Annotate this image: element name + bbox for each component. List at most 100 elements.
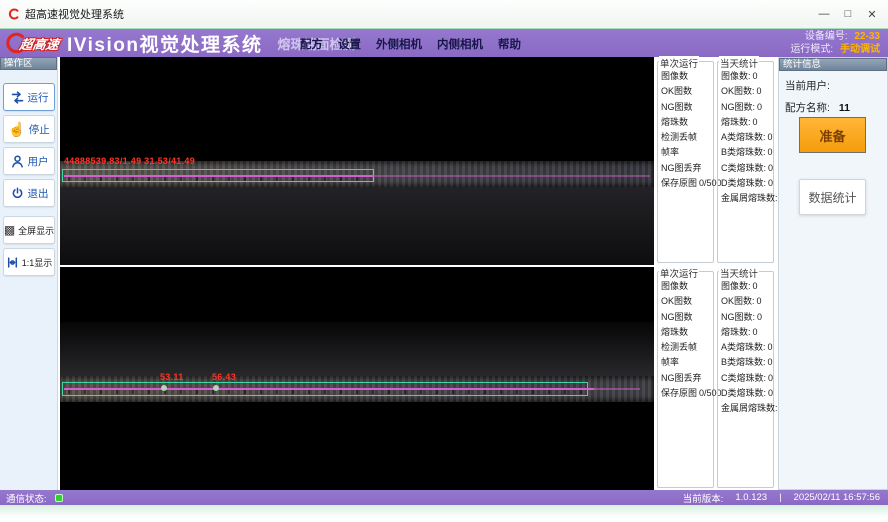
recipe-name-label: 配方名称: — [785, 102, 830, 114]
stat-row: NG图丢弃 — [658, 161, 713, 176]
stat-row: C类熔珠数:0 — [718, 371, 773, 386]
defect-marker — [161, 385, 167, 391]
measurement-annotation: 56.43 — [212, 372, 236, 382]
window-bottom-edge — [0, 505, 888, 522]
recipe-name-row: 配方名称: 11 — [785, 100, 887, 115]
menu-outer-camera[interactable]: 外侧相机 — [376, 36, 422, 52]
recipe-name-value: 11 — [839, 102, 850, 114]
fullscreen-button-label: 全屏显示 — [18, 224, 54, 237]
menu-recipe[interactable]: 配方 — [300, 36, 323, 52]
close-icon[interactable]: ✕ — [860, 8, 884, 21]
menu-help[interactable]: 帮助 — [498, 36, 521, 52]
status-bar: 通信状态: 当前版本: 1.0.123 | 2025/02/11 16:57:5… — [0, 490, 888, 505]
sidebar-buttons: 运行 ☝ 停止 用户 — [3, 83, 55, 276]
stop-button[interactable]: ☝ 停止 — [3, 115, 55, 143]
minimize-icon[interactable]: — — [812, 8, 836, 20]
stat-row: 熔珠数 — [658, 115, 713, 130]
stat-row: 熔珠数:0 — [718, 325, 773, 340]
comm-status-indicator — [55, 494, 63, 502]
app-header: 超高速 IVision视觉处理系统 熔珠端面检测 配方 设置 外侧相机 内侧相机… — [0, 28, 888, 57]
status-bar-right: 当前版本: 1.0.123 | 2025/02/11 16:57:56 — [683, 490, 880, 505]
power-icon — [10, 186, 25, 201]
current-user-row: 当前用户: — [785, 78, 887, 93]
device-id-label: 设备编号: — [805, 31, 848, 42]
one-to-one-icon — [6, 256, 19, 269]
version-value: 1.0.123 — [735, 492, 767, 503]
menu-settings[interactable]: 设置 — [338, 36, 361, 52]
device-id-value: 22-33 — [854, 31, 880, 42]
device-info: 设备编号: 22-33 运行模式: 手动调试 — [790, 31, 880, 56]
run-mode-label: 运行模式: — [790, 44, 833, 55]
measurement-line — [64, 175, 650, 177]
app-window: 超高速视觉处理系统 — □ ✕ 超高速 IVision视觉处理系统 熔珠端面检测… — [0, 0, 888, 522]
measurement-annotation: 44888539.83/1.49 31.53/41.49 — [64, 156, 195, 166]
camera-view-top: 44888539.83/1.49 31.53/41.49 — [60, 57, 654, 265]
stat-row: B类熔珠数:0 — [718, 355, 773, 370]
daily-stats-groupbox: 当天统计 图像数:0 OK图数:0 NG图数:0 熔珠数:0 A类熔珠数:0 B… — [717, 61, 774, 263]
stat-row: OK图数:0 — [718, 294, 773, 309]
stat-row: 熔珠数:0 — [718, 115, 773, 130]
window-title: 超高速视觉处理系统 — [25, 6, 124, 22]
stat-row: B类熔珠数:0 — [718, 145, 773, 160]
menu-inner-camera[interactable]: 内侧相机 — [437, 36, 483, 52]
user-icon — [10, 154, 25, 169]
sidebar-title: 操作区 — [0, 57, 57, 70]
info-panel-title: 统计信息 — [779, 58, 887, 71]
one-to-one-button[interactable]: 1:1显示 — [3, 248, 55, 276]
daily-stats-title: 当天统计 — [719, 56, 759, 70]
brand-logo-text: 超高速 — [18, 34, 60, 53]
camera-top-lower-region — [60, 187, 654, 265]
stats-section-bottom: 单次运行 图像数 OK图数 NG图数 熔珠数 检测丢帧 帧率 NG图丢弃 保存原… — [657, 267, 776, 490]
run-button[interactable]: 运行 — [3, 83, 55, 111]
window-controls: — □ ✕ — [812, 0, 884, 28]
run-button-label: 运行 — [28, 90, 49, 105]
stat-row: D类熔珠数:0 — [718, 176, 773, 191]
stats-section-top: 单次运行 图像数 OK图数 NG图数 熔珠数 检测丢帧 帧率 NG图丢弃 保存原… — [657, 57, 776, 265]
camera-view-bottom: 53.11 56.43 — [60, 267, 654, 490]
prepare-button[interactable]: 准备 — [799, 117, 866, 153]
page-title: IVision视觉处理系统 — [67, 30, 262, 57]
daily-stats-title: 当天统计 — [719, 266, 759, 280]
stat-row: 帧率 — [658, 145, 713, 160]
fullscreen-grid-icon: ▩ — [4, 224, 15, 236]
user-button[interactable]: 用户 — [3, 147, 55, 175]
hand-icon: ☝ — [8, 122, 25, 136]
user-button-label: 用户 — [28, 154, 49, 169]
stat-row: NG图数 — [658, 310, 713, 325]
measurement-line — [64, 388, 640, 390]
single-run-groupbox: 单次运行 图像数 OK图数 NG图数 熔珠数 检测丢帧 帧率 NG图丢弃 保存原… — [657, 271, 714, 488]
stat-row: 帧率 — [658, 355, 713, 370]
stop-button-label: 停止 — [29, 122, 50, 137]
measurement-annotation: 53.11 — [160, 372, 184, 382]
stat-row: NG图丢弃 — [658, 371, 713, 386]
datetime-value: 2025/02/11 16:57:56 — [794, 492, 880, 503]
stat-row: C类熔珠数:0 — [718, 161, 773, 176]
stat-row: 图像数 — [658, 279, 713, 294]
comm-status-label: 通信状态: — [6, 491, 47, 505]
menu-bar: 配方 设置 外侧相机 内侧相机 帮助 — [300, 29, 521, 58]
brand-logo: 超高速 — [5, 32, 59, 54]
statistics-info-panel: 统计信息 当前用户: 配方名称: 11 准备 数据统计 — [778, 57, 888, 490]
titlebar: 超高速视觉处理系统 — □ ✕ — [0, 0, 888, 28]
stat-row: OK图数 — [658, 84, 713, 99]
defect-marker — [213, 385, 219, 391]
stat-row: 检测丢帧 — [658, 340, 713, 355]
stat-row: 图像数:0 — [718, 69, 773, 84]
app-logo-icon — [8, 8, 20, 20]
stat-row: 图像数:0 — [718, 279, 773, 294]
stat-row: 检测丢帧 — [658, 130, 713, 145]
fullscreen-button[interactable]: ▩ 全屏显示 — [3, 216, 55, 244]
stat-row: 金属屑熔珠数:0 — [718, 401, 773, 416]
single-run-groupbox: 单次运行 图像数 OK图数 NG图数 熔珠数 检测丢帧 帧率 NG图丢弃 保存原… — [657, 61, 714, 263]
maximize-icon[interactable]: □ — [836, 8, 860, 20]
operation-sidebar: 操作区 运行 ☝ 停止 — [0, 57, 58, 490]
data-statistics-button[interactable]: 数据统计 — [799, 179, 866, 215]
exit-button[interactable]: 退出 — [3, 179, 55, 207]
stat-row: 熔珠数 — [658, 325, 713, 340]
single-run-title: 单次运行 — [659, 266, 699, 280]
stat-row: A类熔珠数:0 — [718, 130, 773, 145]
stat-row: D类熔珠数:0 — [718, 386, 773, 401]
version-label: 当前版本: — [683, 491, 724, 505]
daily-stats-groupbox: 当天统计 图像数:0 OK图数:0 NG图数:0 熔珠数:0 A类熔珠数:0 B… — [717, 271, 774, 488]
camera-bottom-upper-region — [60, 322, 654, 376]
